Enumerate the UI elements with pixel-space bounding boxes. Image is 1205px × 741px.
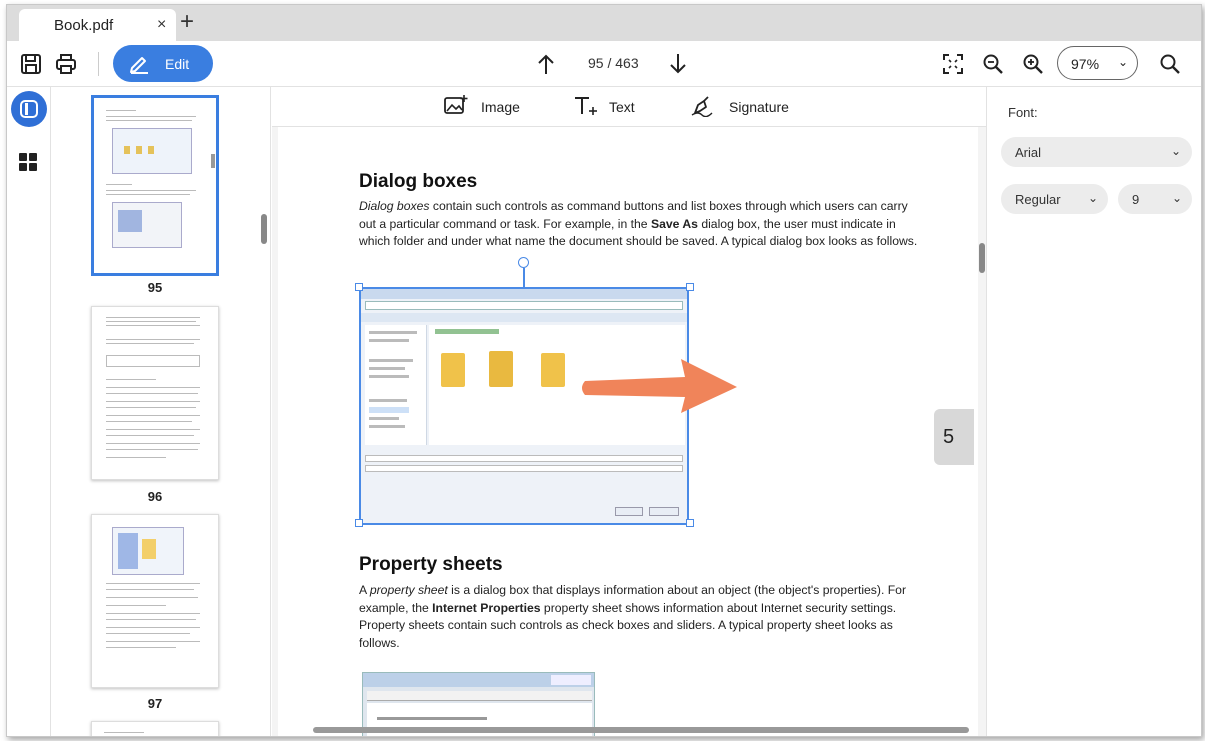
text-icon: [575, 97, 597, 115]
previous-page-arrow-icon[interactable]: [535, 53, 557, 75]
resize-handle[interactable]: [355, 519, 363, 527]
pencil-icon: [130, 57, 148, 74]
chevron-down-icon: ⌄: [1171, 144, 1182, 158]
text-label: Text: [609, 99, 635, 115]
zoom-out-icon[interactable]: [982, 53, 1004, 75]
close-tab-icon[interactable]: ×: [157, 16, 166, 34]
thumbnail-number: 95: [147, 280, 163, 295]
resize-handle[interactable]: [355, 283, 363, 291]
font-size-select[interactable]: 9 ⌄: [1118, 184, 1192, 214]
page-thumbnail-96[interactable]: [91, 306, 219, 480]
zoom-value: 97%: [1071, 56, 1100, 72]
font-style-select[interactable]: Regular ⌄: [1001, 184, 1108, 214]
heading-property-sheets: Property sheets: [359, 554, 503, 575]
chevron-down-icon: ⌄: [1172, 191, 1183, 205]
signature-label: Signature: [729, 99, 789, 115]
tab-book-pdf[interactable]: Book.pdf ×: [19, 9, 176, 41]
insert-image-button[interactable]: Image: [444, 95, 524, 119]
grid-view-icon[interactable]: [19, 153, 38, 172]
insert-signature-button[interactable]: Signature: [690, 95, 790, 119]
thumbnail-number: 96: [147, 489, 163, 504]
font-family-select[interactable]: Arial ⌄: [1001, 137, 1192, 167]
orange-arrow-graphic: [582, 359, 737, 413]
signature-pen-icon: [691, 96, 713, 117]
zoom-select[interactable]: 97% ⌄: [1057, 46, 1138, 80]
insert-text-button[interactable]: Text: [573, 95, 643, 119]
left-icon-rail: [7, 87, 51, 736]
page-thumbnail-95[interactable]: [91, 95, 219, 276]
resize-handle[interactable]: [686, 283, 694, 291]
image-icon: [444, 95, 468, 114]
page-number-badge: 5: [934, 409, 974, 465]
new-tab-button[interactable]: +: [180, 8, 194, 36]
paragraph-dialog-boxes: Dialog boxes contain such controls as co…: [359, 199, 918, 248]
main-toolbar: Edit 95 / 463 97% ⌄: [7, 41, 1201, 87]
pdf-editor-window: Book.pdf × + Edit 95 / 463 97% ⌄ 95 96 9…: [6, 4, 1202, 737]
tab-bar: Book.pdf × +: [7, 5, 1201, 41]
font-style-value: Regular: [1015, 192, 1061, 207]
properties-panel: Font: Arial ⌄ Regular ⌄ 9 ⌄: [986, 87, 1201, 736]
next-page-arrow-icon[interactable]: [667, 53, 689, 75]
thumbnail-scrollbar[interactable]: [261, 214, 267, 244]
print-icon[interactable]: [55, 53, 77, 75]
image-label: Image: [481, 99, 520, 115]
chevron-down-icon: ⌄: [1118, 55, 1129, 69]
search-icon[interactable]: [1159, 53, 1181, 75]
resize-handle[interactable]: [686, 519, 694, 527]
edit-button[interactable]: Edit: [113, 45, 213, 82]
page-thumbnail-97[interactable]: [91, 514, 219, 688]
rotate-handle-line: [523, 268, 525, 287]
document-horizontal-scrollbar[interactable]: [313, 727, 969, 733]
edit-label: Edit: [165, 56, 190, 72]
thumbnail-pane: 95 96 97: [51, 87, 271, 736]
font-size-value: 9: [1132, 192, 1140, 207]
font-family-value: Arial: [1015, 145, 1042, 160]
zoom-in-icon[interactable]: [1022, 53, 1044, 75]
toolbar-divider: [98, 52, 99, 76]
insert-toolbar: Image Text Signature: [272, 87, 986, 127]
fit-page-icon[interactable]: [942, 53, 964, 75]
thumbnail-number: 97: [147, 696, 163, 711]
page-thumbnail-98[interactable]: [91, 721, 219, 736]
font-label: Font:: [1008, 105, 1038, 120]
heading-dialog-boxes: Dialog boxes: [359, 171, 478, 192]
tab-title: Book.pdf: [54, 17, 114, 34]
chevron-down-icon: ⌄: [1088, 191, 1099, 205]
rotate-handle[interactable]: [518, 257, 529, 268]
document-vertical-scrollbar[interactable]: [979, 243, 985, 273]
page-indicator[interactable]: 95 / 463: [588, 55, 639, 71]
paragraph-property-sheets: A property sheet is a dialog box that di…: [359, 583, 907, 650]
thumbnails-panel-icon[interactable]: [11, 91, 47, 127]
save-icon[interactable]: [20, 53, 42, 75]
